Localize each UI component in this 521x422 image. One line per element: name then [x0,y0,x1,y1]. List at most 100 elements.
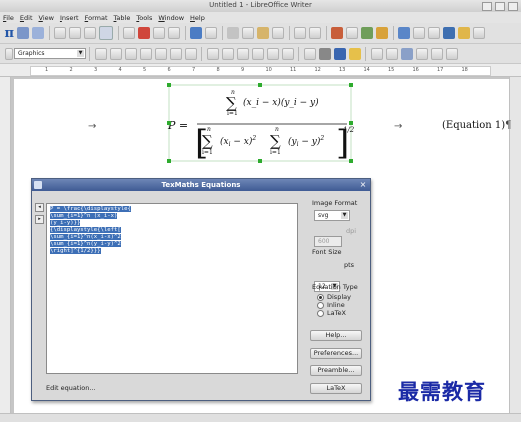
menu-table[interactable]: Table [111,14,134,22]
image-format-select[interactable]: svg ▼ [314,210,350,221]
in-background-icon[interactable] [184,47,197,60]
toolbar-separator [392,26,394,40]
copy-icon[interactable] [242,27,255,39]
selection-handle[interactable] [349,83,353,87]
latex-code-editor[interactable]: P = \frac{\displaystyle{ \sum_{i=1}^n (x… [46,203,298,374]
image-icon[interactable] [361,27,374,39]
background-color-icon[interactable] [348,47,361,60]
navigator-icon[interactable] [398,27,411,39]
border-icon[interactable] [303,47,316,60]
ruler-tick-label: 2 [69,67,73,73]
autospell-icon[interactable] [205,27,218,39]
menu-help[interactable]: Help [187,14,208,22]
equation-object[interactable]: P = n ∑ i=1 (x_i − x)(y_i − y) [ ] 1/2 n… [165,82,355,164]
close-button[interactable] [508,2,518,11]
menu-format[interactable]: Format [82,14,111,22]
edit-file-icon[interactable] [123,27,136,39]
align-bottom-icon[interactable] [281,47,294,60]
help-icon[interactable] [473,27,486,39]
undo-edit-icon[interactable]: ◂ [35,203,44,212]
wrap-off-icon[interactable] [94,47,107,60]
menu-insert[interactable]: Insert [57,14,82,22]
line-style-icon[interactable] [318,47,331,60]
unlink-frames-icon[interactable] [430,47,443,60]
latex-button[interactable]: LaTeX [310,383,362,394]
radio-latex[interactable]: LaTeX [317,309,351,317]
toolbar-separator [201,46,202,61]
texmaths-inline-icon[interactable] [17,27,30,39]
cut-icon[interactable] [227,27,240,39]
gallery-icon[interactable] [413,27,426,39]
menu-view[interactable]: View [36,14,57,22]
line-color-icon[interactable] [333,47,346,60]
save-icon[interactable] [84,27,97,39]
redo-icon[interactable] [309,27,322,39]
dialog-close-icon[interactable]: × [359,181,367,189]
align-top-icon[interactable] [251,47,264,60]
paste-icon[interactable] [257,27,270,39]
align-right-icon[interactable] [236,47,249,60]
selection-handle[interactable] [167,121,171,125]
align-left-icon[interactable] [206,47,219,60]
hyperlink-icon[interactable] [331,27,344,39]
selection-handle[interactable] [349,121,353,125]
selection-handle[interactable] [167,83,171,87]
bring-to-front-icon[interactable] [370,47,383,60]
svg-text:i=1: i=1 [227,110,238,117]
selection-handle[interactable] [258,159,262,163]
minimize-button[interactable] [482,2,492,11]
preamble-button[interactable]: Preamble... [310,365,362,376]
wrap-right-icon[interactable] [154,47,167,60]
menu-file[interactable]: File [0,14,17,22]
style-dropdown[interactable]: Graphics ▼ [14,48,86,59]
horizontal-ruler[interactable]: 1 2 3 4 5 6 7 8 9 10 11 12 13 14 15 16 17 18 [0,64,521,77]
radio-display[interactable]: Display [317,293,351,301]
menu-edit[interactable]: Edit [17,14,36,22]
latex-code-text: P = \frac{\displaystyle{ \sum_{i=1}^n (x… [50,206,131,254]
align-center-icon[interactable] [221,47,234,60]
styles-icon[interactable] [4,47,13,60]
svg-text:∑: ∑ [270,132,281,150]
print-preview-icon[interactable] [168,27,181,39]
menu-tools[interactable]: Tools [133,14,155,22]
align-middle-icon[interactable] [266,47,279,60]
undo-icon[interactable] [294,27,307,39]
preferences-button[interactable]: Preferences... [310,348,362,359]
chevron-down-icon: ▼ [341,212,348,219]
export-pdf-icon[interactable] [138,27,151,39]
open-icon[interactable] [69,27,82,39]
selection-handle[interactable] [258,83,262,87]
print-icon[interactable] [153,27,166,39]
link-frames-icon[interactable] [415,47,428,60]
email-icon[interactable] [99,26,114,40]
help-button[interactable]: Help... [310,330,362,341]
maximize-button[interactable] [495,2,505,11]
page-wrap-icon[interactable] [109,47,122,60]
nonprinting-chars-icon[interactable] [443,27,456,39]
vertical-ruler[interactable] [0,77,11,413]
chart-icon[interactable] [376,27,389,39]
spellcheck-icon[interactable] [190,27,203,39]
dpi-unit: dpi [346,227,357,235]
wrap-left-icon[interactable] [139,47,152,60]
frame-properties-icon[interactable] [445,47,458,60]
ruler-tick-label: 11 [290,67,297,73]
menu-window[interactable]: Window [155,14,187,22]
wrap-through-icon[interactable] [169,47,182,60]
data-sources-icon[interactable] [428,27,441,39]
new-document-icon[interactable] [54,27,67,39]
zoom-icon[interactable] [458,27,471,39]
texmaths-pi-icon[interactable]: π [5,26,15,41]
table-icon[interactable] [346,27,359,39]
ruler-tick-label: 12 [314,67,321,73]
dpi-input[interactable]: 600 [314,236,342,247]
selection-handle[interactable] [349,159,353,163]
send-to-back-icon[interactable] [385,47,398,60]
redo-edit-icon[interactable]: ▸ [35,215,44,224]
radio-inline[interactable]: Inline [317,301,351,309]
optimal-wrap-icon[interactable] [124,47,137,60]
anchor-icon[interactable] [400,47,413,60]
selection-handle[interactable] [167,159,171,163]
texmaths-display-icon[interactable] [32,27,45,39]
clone-formatting-icon[interactable] [272,27,285,39]
